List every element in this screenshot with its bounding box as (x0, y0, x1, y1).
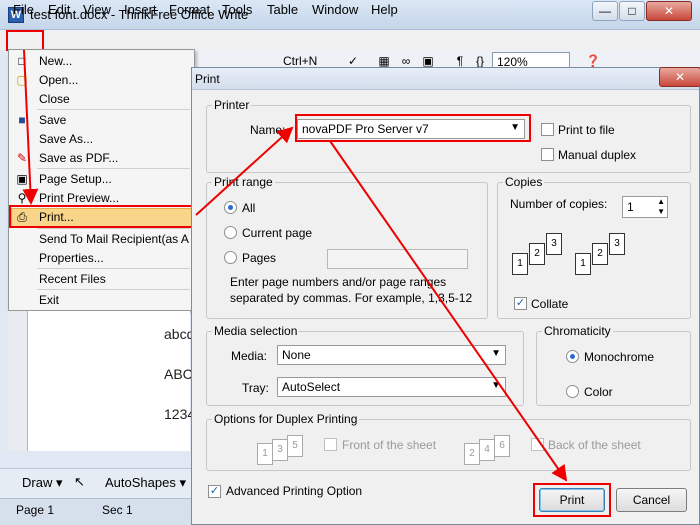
annotation-arrows (22, 49, 568, 482)
arrow-print-to-printer (195, 126, 294, 216)
arrow-file-to-print (22, 49, 39, 205)
arrow-printer-to-print-button (329, 140, 568, 482)
